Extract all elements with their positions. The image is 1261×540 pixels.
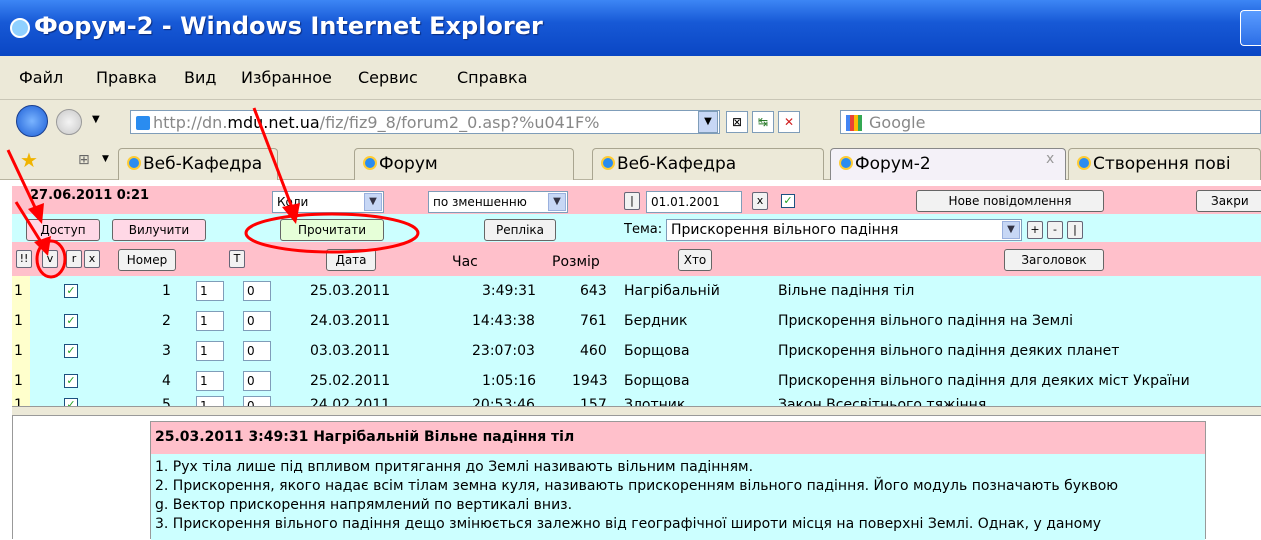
annotation-overlay [6,107,420,279]
annotation-arrowhead [28,203,44,224]
annotation-arrowhead [282,203,300,224]
annotation-ellipse-read [244,212,420,254]
annotation-arrow-read [252,107,298,219]
annotation-ellipse-v [35,239,67,279]
